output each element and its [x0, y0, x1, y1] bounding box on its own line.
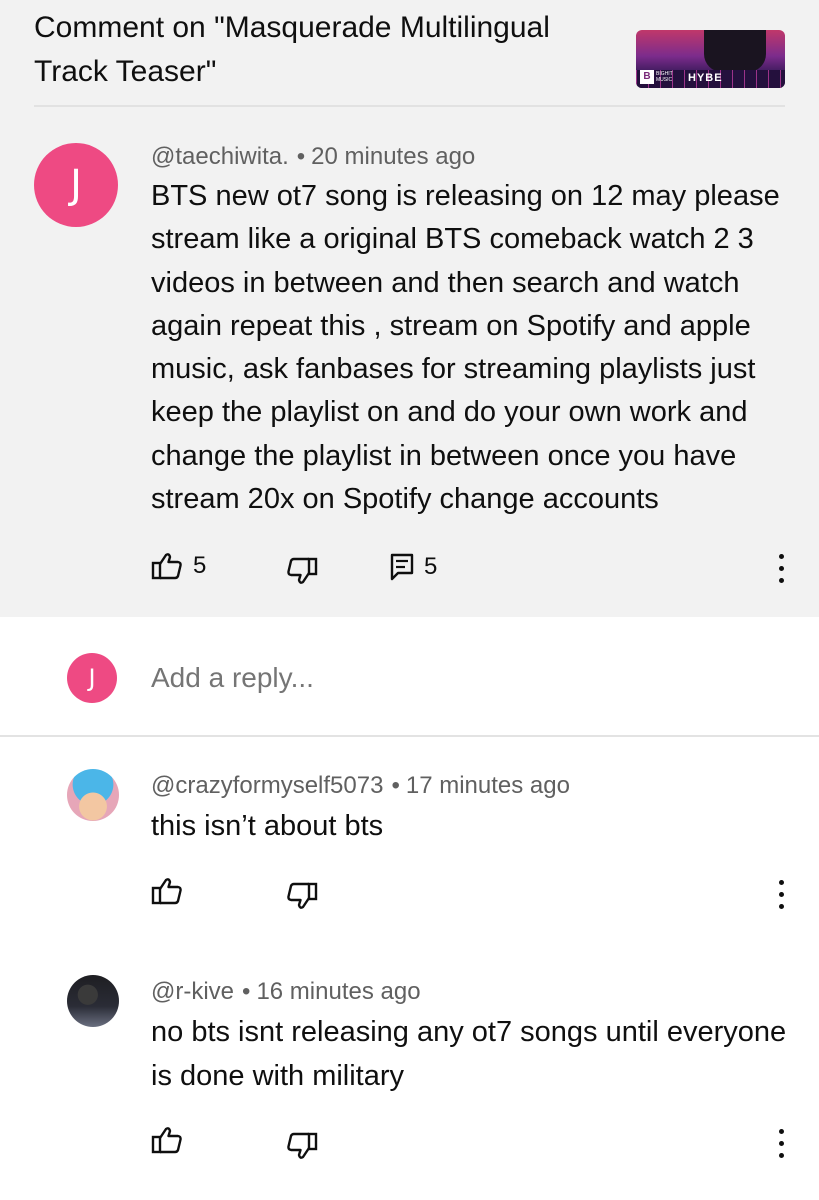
video-header[interactable]: Comment on "Masquerade Multilingual Trac… [34, 0, 594, 104]
thumb-up-icon [151, 876, 183, 906]
comment-time: 20 minutes ago [311, 143, 476, 170]
reply-meta: @crazyformyself5073 • 17 minutes ago [151, 771, 570, 801]
like-button[interactable] [151, 1125, 183, 1155]
thumb-down-icon [286, 1131, 318, 1161]
video-thumbnail[interactable]: B BIGHIT MUSIC HYBE [636, 30, 785, 88]
reply-meta: @r-kive • 16 minutes ago [151, 977, 421, 1007]
comment-text: BTS new ot7 song is releasing on 12 may … [151, 180, 780, 516]
hybe-logo: HYBE [688, 72, 723, 84]
reply-count-button[interactable]: 5 [390, 553, 437, 581]
like-count: 5 [193, 552, 207, 579]
meta-separator: • [391, 772, 400, 799]
reply-count: 5 [424, 553, 438, 580]
dislike-button[interactable] [286, 1131, 318, 1161]
reply-author[interactable]: @crazyformyself5073 [151, 772, 383, 799]
thumb-down-icon [286, 881, 318, 911]
video-title-wrap: Comment on "Masquerade Multilingual Trac… [34, 0, 594, 88]
bighit-label: BIGHIT MUSIC [656, 71, 673, 83]
commenter-avatar[interactable]: J [34, 143, 118, 227]
thumb-down-icon [286, 556, 318, 586]
video-title: Comment on "Masquerade Multilingual Trac… [34, 11, 550, 88]
thumb-up-icon [151, 551, 183, 581]
reply-text: no bts isnt releasing any ot7 songs unti… [151, 1016, 787, 1092]
dislike-button[interactable] [286, 556, 318, 586]
reply-author[interactable]: @r-kive [151, 978, 234, 1005]
reply-avatar: J [67, 653, 117, 703]
add-reply-input[interactable] [151, 661, 751, 695]
more-vert-icon[interactable] [776, 1129, 786, 1159]
bighit-logo: B [640, 70, 654, 84]
meta-separator: • [296, 143, 306, 170]
comment-meta: @taechiwita. • 20 minutes ago [151, 142, 475, 172]
comment-icon [390, 553, 414, 581]
comment-author[interactable]: @taechiwita. [151, 143, 289, 170]
dislike-button[interactable] [286, 881, 318, 911]
reply-time: 16 minutes ago [256, 978, 421, 1005]
reply-avatar-photo[interactable] [67, 975, 119, 1027]
like-button[interactable] [151, 876, 183, 906]
more-vert-icon[interactable] [776, 554, 786, 584]
thumbnail-figure [704, 30, 766, 72]
meta-separator: • [242, 978, 251, 1005]
more-vert-icon[interactable] [776, 880, 786, 910]
reply-time: 17 minutes ago [405, 772, 570, 799]
thumb-up-icon [151, 1125, 183, 1155]
reply-text: this isn’t about bts [151, 810, 384, 842]
reply-avatar-photo[interactable] [67, 769, 119, 821]
divider [0, 735, 819, 737]
divider [34, 105, 785, 107]
like-button[interactable]: 5 [151, 551, 206, 581]
